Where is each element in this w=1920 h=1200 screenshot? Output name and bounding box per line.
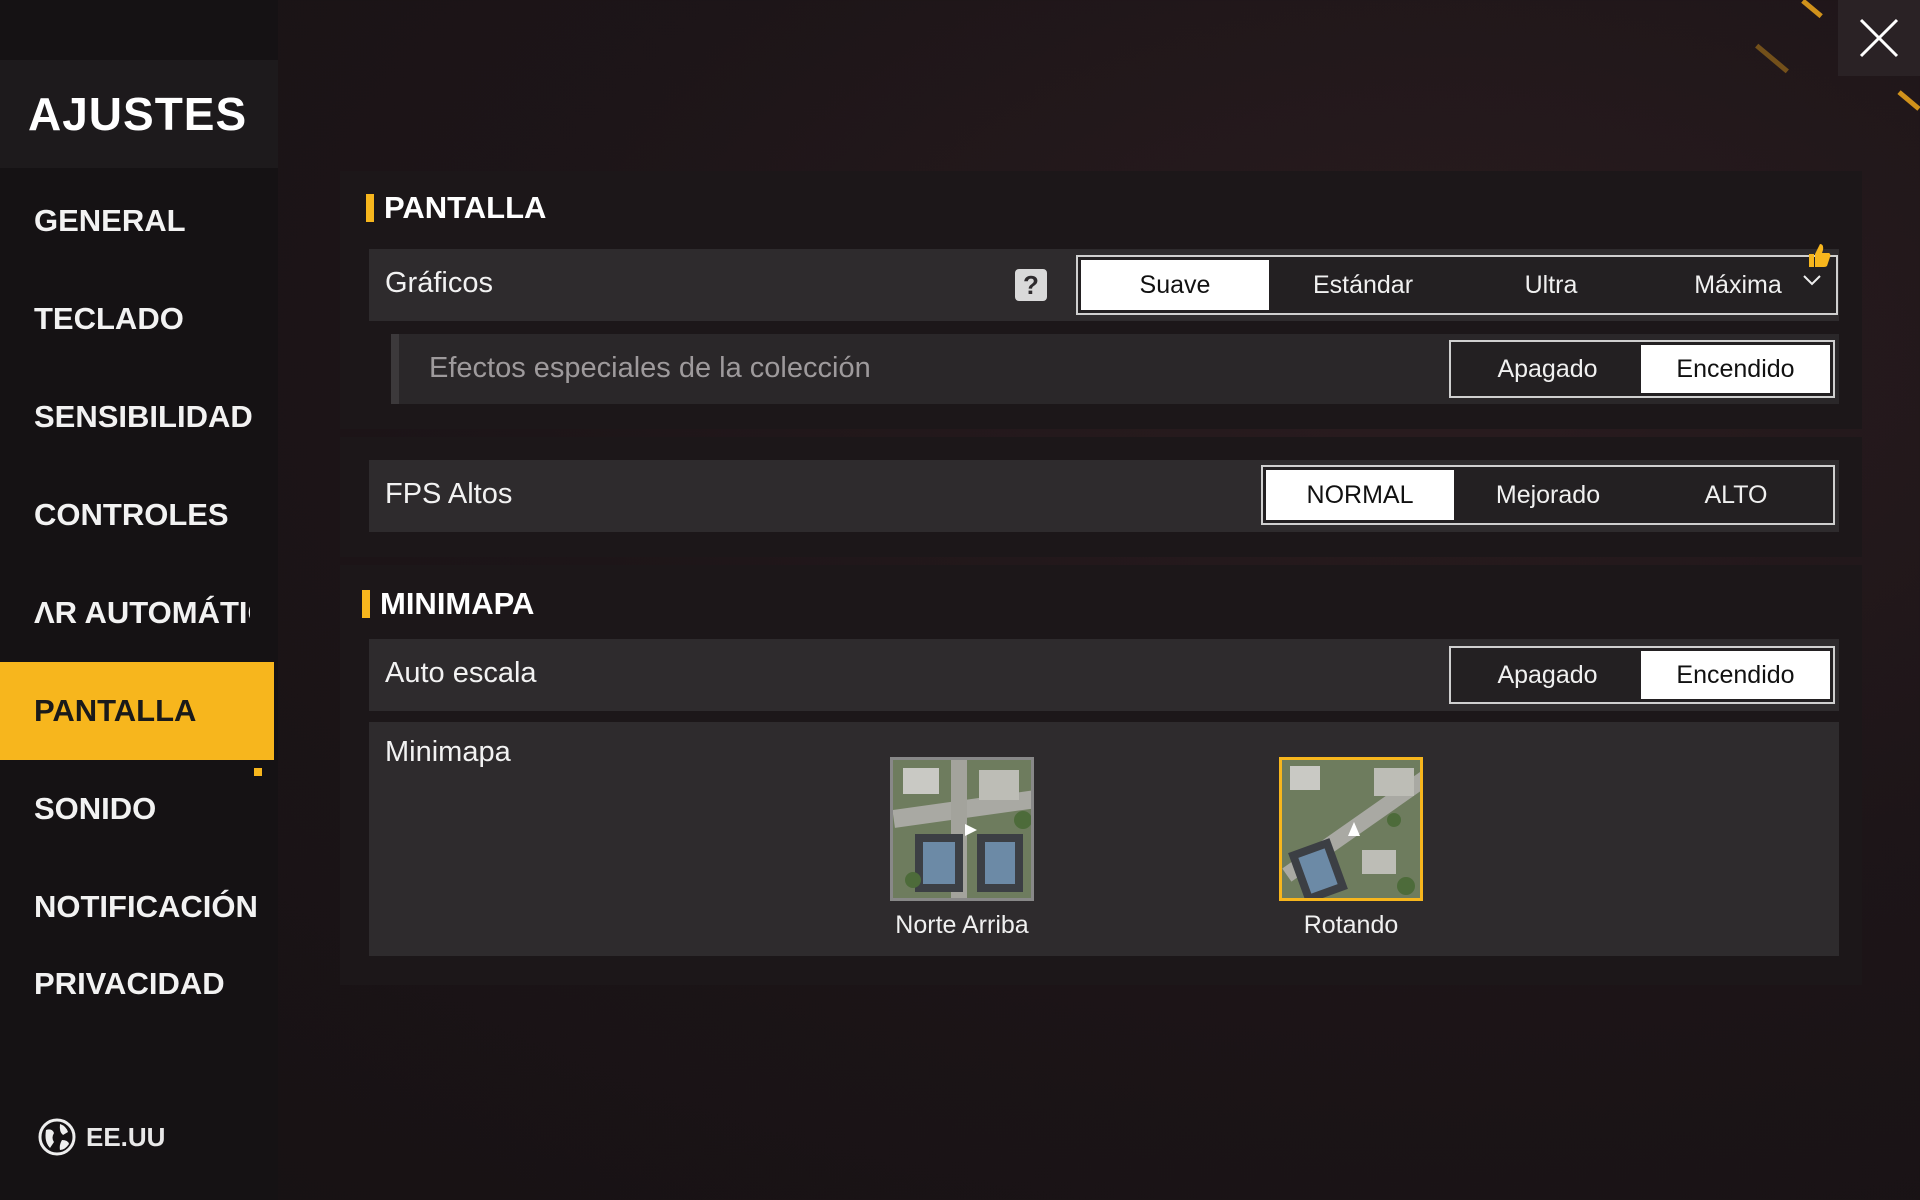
graficos-option-suave[interactable]: Suave (1081, 260, 1269, 310)
efectos-option-encendido[interactable]: Encendido (1641, 345, 1830, 393)
auto-escala-option-apagado[interactable]: Apagado (1454, 651, 1641, 699)
graficos-option-estandar[interactable]: Estándar (1269, 260, 1457, 310)
region-selector[interactable]: EE.UU (38, 1118, 165, 1156)
section-title-minimapa: MINIMAPA (362, 584, 534, 624)
globe-icon (38, 1118, 76, 1156)
minimap-option-label: Norte Arriba (895, 911, 1029, 939)
notification-dot (254, 768, 262, 776)
fps-option-mejorado[interactable]: Mejorado (1454, 470, 1642, 520)
auto-escala-option-encendido[interactable]: Encendido (1641, 651, 1830, 699)
fps-option-normal[interactable]: NORMAL (1266, 470, 1454, 520)
sidebar-item-controles[interactable]: CONTROLES (0, 466, 274, 564)
decor-streak (1897, 90, 1920, 111)
help-icon[interactable]: ? (1015, 269, 1047, 301)
graficos-label: Gráficos (385, 267, 493, 299)
thumbs-up-icon (1809, 244, 1831, 267)
settings-title: AJUSTES (0, 60, 278, 168)
decor-streak (1755, 43, 1789, 74)
minimap-preview-image (890, 757, 1034, 901)
sidebar-item-teclado[interactable]: TECLADO (0, 270, 274, 368)
efectos-label: Efectos especiales de la colección (429, 352, 871, 384)
region-label: EE.UU (86, 1121, 166, 1152)
sidebar-item-sensibilidad[interactable]: SENSIBILIDAD (0, 368, 274, 466)
sidebar: AJUSTES GENERAL TECLADO SENSIBILIDAD CON… (0, 0, 278, 1200)
decor-streak (1801, 0, 1823, 19)
settings-menu: GENERAL TECLADO SENSIBILIDAD CONTROLES Λ… (0, 172, 278, 996)
minimapa-row: Minimapa (369, 722, 1839, 956)
minimap-option-rotando[interactable]: Rotando (1279, 757, 1423, 940)
chevron-down-icon (1803, 275, 1821, 286)
efectos-toggle: Apagado Encendido (1449, 340, 1835, 398)
fps-option-alto[interactable]: ALTO (1642, 470, 1830, 520)
sidebar-item-sonido[interactable]: SONIDO (0, 760, 274, 858)
close-button[interactable] (1838, 0, 1920, 76)
minimap-option-norte-arriba[interactable]: Norte Arriba (890, 757, 1034, 940)
minimap-preview-image (1279, 757, 1423, 901)
sidebar-item-auto[interactable]: ΛR AUTOMÁTICAΜ (0, 564, 250, 662)
section-accent (366, 194, 374, 222)
fps-label: FPS Altos (385, 478, 513, 510)
section-title-pantalla: PANTALLA (366, 188, 546, 228)
sidebar-item-privacidad[interactable]: PRIVACIDAD (0, 956, 274, 996)
minimap-option-label: Rotando (1303, 911, 1399, 939)
graficos-option-ultra[interactable]: Ultra (1457, 260, 1645, 310)
section-accent (362, 590, 370, 618)
sidebar-item-general[interactable]: GENERAL (0, 172, 274, 270)
minimapa-label: Minimapa (385, 736, 511, 768)
section-title-text: MINIMAPA (380, 586, 535, 621)
efectos-option-apagado[interactable]: Apagado (1454, 345, 1641, 393)
section-title-text: PANTALLA (384, 190, 547, 225)
fps-selector: NORMAL Mejorado ALTO (1261, 465, 1835, 525)
close-icon (1859, 18, 1899, 58)
auto-escala-label: Auto escala (385, 657, 537, 689)
sidebar-item-pantalla[interactable]: PANTALLA (0, 662, 274, 760)
sidebar-item-notificacion[interactable]: NOTIFICACIÓN (0, 858, 274, 956)
auto-escala-toggle: Apagado Encendido (1449, 646, 1835, 704)
graficos-selector: Suave Estándar Ultra Máxima (1076, 244, 1838, 315)
